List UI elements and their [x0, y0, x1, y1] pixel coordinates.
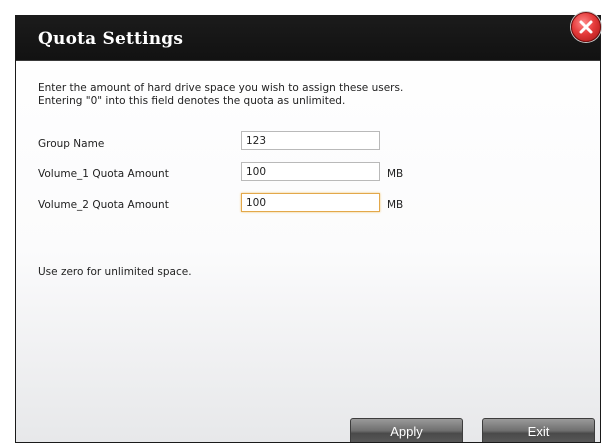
close-icon — [579, 20, 593, 34]
group-name-label: Group Name — [38, 138, 105, 150]
unlimited-hint: Use zero for unlimited space. — [38, 266, 192, 278]
close-button[interactable] — [571, 12, 601, 42]
volume2-quota-label: Volume_2 Quota Amount — [38, 199, 169, 211]
description-line-2: Entering "0" into this field denotes the… — [38, 95, 346, 107]
dialog-titlebar: Quota Settings — [16, 16, 600, 61]
quota-settings-dialog: Quota Settings Enter the amount of hard … — [15, 15, 601, 443]
volume1-quota-input[interactable] — [241, 162, 380, 181]
volume1-unit: MB — [387, 168, 404, 180]
volume1-quota-label: Volume_1 Quota Amount — [38, 168, 169, 180]
group-name-input[interactable] — [241, 131, 380, 150]
volume2-unit: MB — [387, 199, 404, 211]
apply-button[interactable]: Apply — [350, 418, 463, 442]
description-line-1: Enter the amount of hard drive space you… — [38, 82, 404, 94]
dialog-description: Enter the amount of hard drive space you… — [38, 82, 403, 108]
volume2-quota-input[interactable] — [241, 193, 380, 212]
exit-button[interactable]: Exit — [482, 418, 595, 442]
dialog-title: Quota Settings — [38, 29, 184, 49]
